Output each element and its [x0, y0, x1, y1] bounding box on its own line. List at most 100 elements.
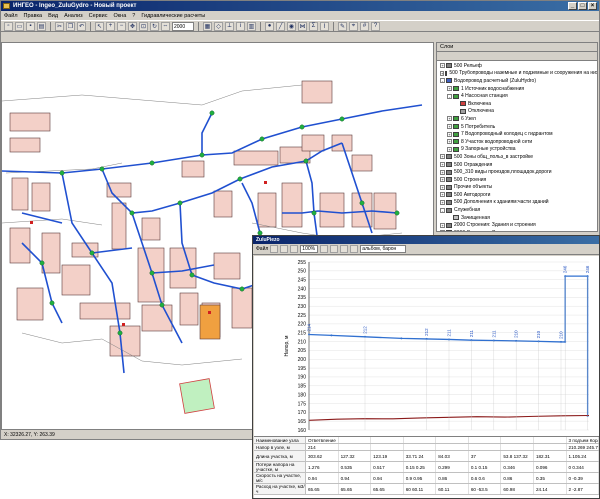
copy-icon[interactable]: ❐: [66, 21, 75, 31]
settings-icon[interactable]: [340, 245, 349, 253]
layer-icon[interactable]: ▦: [203, 21, 212, 31]
menu-item-4[interactable]: Сервис: [89, 13, 108, 19]
menu-item-3[interactable]: Анализ: [64, 13, 83, 19]
layer-item[interactable]: - Служебная: [437, 206, 597, 214]
maximize-button[interactable]: □: [578, 2, 587, 10]
print-icon[interactable]: [270, 245, 279, 253]
info-icon[interactable]: i: [236, 21, 245, 31]
expand-toggle-icon[interactable]: +: [440, 162, 445, 168]
pan-icon[interactable]: ✥: [128, 21, 137, 31]
expand-toggle-icon[interactable]: +: [440, 192, 445, 198]
expand-toggle-icon[interactable]: +: [440, 63, 445, 69]
edit-icon[interactable]: ✎: [338, 21, 347, 31]
expand-toggle-icon[interactable]: +: [440, 169, 445, 175]
menu-item-6[interactable]: ?: [132, 13, 135, 19]
open-folder-icon[interactable]: ▭: [15, 21, 24, 31]
layer-item[interactable]: +9 Запорные устройства: [437, 146, 597, 154]
zoom-window-icon[interactable]: ⊡: [139, 21, 148, 31]
pointer-icon[interactable]: ↖: [95, 21, 104, 31]
pipe-icon[interactable]: ╱: [276, 21, 285, 31]
undo-icon[interactable]: ↶: [77, 21, 86, 31]
layer-icon: [446, 199, 452, 205]
new-file-icon[interactable]: ▫: [4, 21, 13, 31]
pressure-point[interactable]: [400, 337, 403, 340]
valve-icon[interactable]: ⋈: [298, 21, 307, 31]
expand-toggle-icon[interactable]: +: [440, 222, 445, 228]
layer-item[interactable]: +2000 Строения: Сооружения, памятники: [437, 229, 597, 231]
expand-toggle-icon[interactable]: +: [447, 116, 452, 122]
print-icon[interactable]: ▤: [37, 21, 46, 31]
cut-icon[interactable]: ✂: [55, 21, 64, 31]
minimize-button[interactable]: _: [568, 2, 577, 10]
grid-icon[interactable]: #: [360, 21, 369, 31]
layer-item[interactable]: +2000 Строения: Здания и строения: [437, 221, 597, 229]
layer-item[interactable]: +500 Рельеф: [437, 62, 597, 70]
expand-toggle-icon[interactable]: +: [447, 86, 452, 92]
menu-item-1[interactable]: Правка: [24, 13, 43, 19]
copy-icon[interactable]: [280, 245, 289, 253]
grid-icon[interactable]: [350, 245, 359, 253]
select-icon[interactable]: ◇: [214, 21, 223, 31]
layer-icon: [445, 70, 448, 76]
scale-icon[interactable]: ⇔: [161, 21, 170, 31]
calc-icon[interactable]: Σ: [309, 21, 318, 31]
measure-icon[interactable]: ⟂: [225, 21, 234, 31]
expand-toggle-icon[interactable]: +: [447, 124, 452, 130]
help-icon[interactable]: ?: [371, 21, 380, 31]
profile-icon[interactable]: ⌇: [320, 21, 329, 31]
zoom-in-icon[interactable]: +: [106, 21, 115, 31]
snap-icon[interactable]: ⌖: [349, 21, 358, 31]
layer-item[interactable]: +500_310 виды проездов,площадок,дороги: [437, 168, 597, 176]
layer-item[interactable]: +500 Автодороги: [437, 191, 597, 199]
pressure-point[interactable]: [330, 334, 333, 337]
layer-item[interactable]: +500 Зоны общ_польз_в застройке: [437, 153, 597, 161]
layer-item[interactable]: Включена: [437, 100, 597, 108]
layer-item[interactable]: Зачищенная: [437, 214, 597, 222]
close-button[interactable]: ×: [588, 2, 597, 10]
layer-item[interactable]: + Прочие объекты: [437, 184, 597, 192]
expand-toggle-icon[interactable]: +: [440, 230, 445, 231]
pump-icon[interactable]: ◉: [287, 21, 296, 31]
expand-toggle-icon[interactable]: +: [440, 70, 445, 76]
menu-item-2[interactable]: Вид: [48, 13, 58, 19]
layer-item[interactable]: +500 Ограждения: [437, 161, 597, 169]
layer-item[interactable]: +500 Трубопроводы наземные и подземные и…: [437, 70, 597, 78]
zoom-out-icon[interactable]: −: [117, 21, 126, 31]
layer-item[interactable]: +500 Строения: [437, 176, 597, 184]
menu-item-5[interactable]: Окна: [114, 13, 127, 19]
expand-toggle-icon[interactable]: +: [440, 154, 445, 160]
units-select[interactable]: альбом, барон: [360, 245, 407, 253]
pump-station-building[interactable]: [199, 304, 221, 340]
zoom-out-icon[interactable]: [330, 245, 339, 253]
scale-input[interactable]: 2000: [172, 21, 194, 31]
node-icon[interactable]: ●: [265, 21, 274, 31]
layer-item[interactable]: +500 Дополнения к зданиям:части зданий: [437, 199, 597, 207]
expand-toggle-icon[interactable]: +: [447, 139, 452, 145]
refresh-icon[interactable]: ↻: [150, 21, 159, 31]
layer-item[interactable]: Отключена: [437, 108, 597, 116]
expand-toggle-icon[interactable]: +: [440, 177, 445, 183]
zoom-in-icon[interactable]: [320, 245, 329, 253]
layer-item[interactable]: - 4 Насосная станция: [437, 92, 597, 100]
layer-item[interactable]: +5 Потребитель: [437, 123, 597, 131]
layer-item[interactable]: +6 Узел: [437, 115, 597, 123]
table-icon[interactable]: ▥: [247, 21, 256, 31]
expand-toggle-icon[interactable]: -: [440, 207, 445, 213]
layer-item[interactable]: +1 Источник водоснабжения: [437, 85, 597, 93]
zoom-select[interactable]: 100%: [300, 245, 319, 253]
layer-item[interactable]: +8 Участок водопроводной сети: [437, 138, 597, 146]
expand-toggle-icon[interactable]: -: [447, 93, 452, 99]
menu-item-7[interactable]: Гидравлические расчеты: [141, 13, 205, 19]
layer-item[interactable]: +7 Водопроводный колодец с гидрантом: [437, 130, 597, 138]
refresh-icon[interactable]: [290, 245, 299, 253]
save-icon[interactable]: ▪: [26, 21, 35, 31]
expand-toggle-icon[interactable]: +: [447, 131, 452, 137]
expand-toggle-icon[interactable]: +: [440, 184, 445, 190]
expand-toggle-icon[interactable]: -: [440, 78, 445, 84]
menu-item-0[interactable]: Файл: [4, 13, 18, 19]
expand-toggle-icon[interactable]: +: [440, 199, 445, 205]
expand-toggle-icon[interactable]: +: [447, 146, 452, 152]
layer-item[interactable]: - Водопровод расчетный (ZuluHydro): [437, 77, 597, 85]
table-cell: 24.14: [534, 484, 567, 494]
profile-file-menu[interactable]: Файл: [256, 246, 268, 252]
